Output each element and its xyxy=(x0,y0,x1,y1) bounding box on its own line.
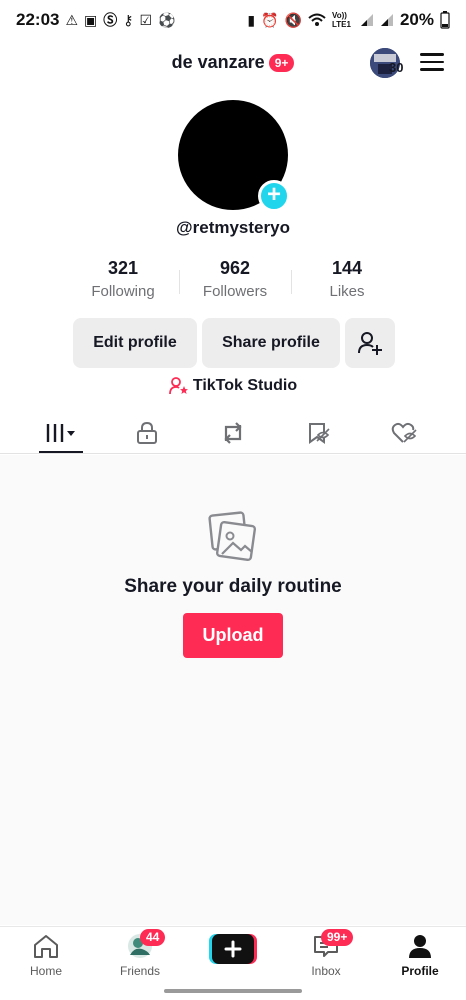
battery-percent: 20% xyxy=(399,10,434,29)
stat-divider xyxy=(290,270,292,294)
home-icon xyxy=(34,935,58,958)
edit-profile-button[interactable]: Edit profile xyxy=(73,318,197,368)
nav-profile[interactable]: Profile xyxy=(380,933,460,978)
stories-count: 30 xyxy=(389,60,404,75)
status-right: ▮ ⏰ 🔇 Vo)) LTE1 20% xyxy=(247,10,450,30)
nav-label: Friends xyxy=(119,964,160,978)
favorites-icon xyxy=(309,423,330,444)
nav-home[interactable]: Home xyxy=(6,933,86,978)
create-button[interactable] xyxy=(209,934,257,964)
stat-value: 321 xyxy=(107,258,139,278)
stat-label: Following xyxy=(91,283,155,300)
soccer-icon: ⚽ xyxy=(158,12,176,28)
photos-icon xyxy=(208,511,257,562)
wifi-icon xyxy=(308,13,326,26)
add-photo-icon[interactable]: + xyxy=(258,180,290,212)
tab-favorites[interactable] xyxy=(297,418,341,448)
stat-label: Followers xyxy=(202,283,268,300)
repost-icon xyxy=(224,422,242,444)
add-user-icon xyxy=(358,332,382,355)
tab-private[interactable] xyxy=(125,418,169,448)
inbox-badge: 99+ xyxy=(321,929,354,946)
empty-state-title: Share your daily routine xyxy=(124,576,342,597)
battery-icon xyxy=(440,11,450,29)
mute-icon: 🔇 xyxy=(284,12,302,28)
page-title: de vanzare xyxy=(171,52,265,72)
profile-handle: @retmysteryo xyxy=(176,218,290,237)
upload-button[interactable]: Upload xyxy=(183,613,283,658)
warning-icon: ⚠ xyxy=(65,12,79,28)
nav-label: Inbox xyxy=(311,964,341,978)
friends-badge: 44 xyxy=(140,929,166,946)
profile-icon xyxy=(409,935,431,958)
home-indicator xyxy=(164,989,302,993)
studio-label: TikTok Studio xyxy=(192,377,298,394)
alarm-icon: ⏰ xyxy=(261,12,279,28)
tab-reposts[interactable] xyxy=(211,418,255,448)
s-icon: Ⓢ xyxy=(103,12,118,28)
content-tabs xyxy=(0,412,466,454)
menu-icon[interactable] xyxy=(420,50,444,72)
add-friends-button[interactable] xyxy=(345,318,395,368)
lock-icon xyxy=(137,421,157,444)
stat-value: 144 xyxy=(331,258,363,278)
profile-actions: Edit profile Share profile xyxy=(73,318,395,368)
nav-label: Profile xyxy=(401,964,439,978)
active-tab-indicator xyxy=(39,451,83,453)
share-profile-button[interactable]: Share profile xyxy=(202,318,340,368)
check-icon: ☑ xyxy=(139,12,153,28)
image-icon: ▣ xyxy=(84,12,98,28)
volte-label: Vo)) LTE1 xyxy=(331,11,351,29)
studio-icon xyxy=(168,377,188,395)
tab-videos[interactable] xyxy=(39,418,83,448)
sim-icon: ▮ xyxy=(247,12,256,28)
stat-following[interactable]: 321 Following xyxy=(70,258,176,308)
stat-followers[interactable]: 962 Followers xyxy=(182,258,288,308)
tab-liked[interactable] xyxy=(383,418,427,448)
stat-value: 962 xyxy=(219,258,251,278)
tiktok-studio-link[interactable]: TikTok Studio xyxy=(0,377,466,400)
stat-likes[interactable]: 144 Likes xyxy=(294,258,400,308)
liked-icon xyxy=(391,422,417,443)
title-notification-badge: 9+ xyxy=(268,53,295,72)
signal-icon xyxy=(360,14,373,26)
stat-divider xyxy=(178,270,180,294)
status-left: 22:03 ⚠ ▣ Ⓢ ⚷ ☑ ⚽ xyxy=(16,10,176,30)
signal-icon xyxy=(380,14,393,26)
status-bar: 22:03 ⚠ ▣ Ⓢ ⚷ ☑ ⚽ ▮ ⏰ 🔇 Vo)) LTE1 20% xyxy=(0,0,466,40)
stat-label: Likes xyxy=(329,283,365,300)
nav-label: Home xyxy=(29,964,62,978)
profile-stats: 321 Following 962 Followers 144 Likes xyxy=(70,258,400,308)
videos-grid-icon xyxy=(46,424,75,442)
status-time: 22:03 xyxy=(16,10,60,29)
profile-header: de vanzare 9+ 30 xyxy=(0,40,466,86)
key-icon: ⚷ xyxy=(123,12,134,28)
